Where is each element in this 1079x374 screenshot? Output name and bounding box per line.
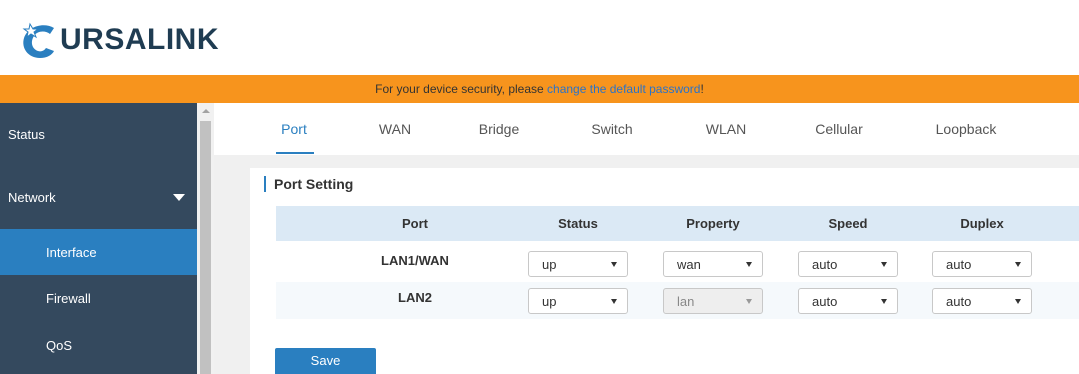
status-select-lan1-wan[interactable]: up [528, 251, 628, 277]
scroll-thumb[interactable] [200, 121, 211, 374]
select-value: up [542, 257, 557, 272]
dropdown-arrow-icon [611, 299, 617, 304]
speed-select-lan1-wan[interactable]: auto [798, 251, 898, 277]
select-value: auto [812, 257, 838, 272]
tab-port[interactable]: Port [264, 103, 324, 155]
column-header-port: Port [402, 216, 428, 231]
sidebar-item-interface[interactable]: Interface [0, 229, 197, 275]
select-value: up [542, 294, 557, 309]
scroll-up-arrow-icon[interactable] [202, 109, 210, 113]
tab-loopback[interactable]: Loopback [926, 103, 1006, 155]
select-value: auto [812, 294, 838, 309]
sidebar-item-status[interactable]: Status [0, 103, 197, 165]
dropdown-arrow-icon [746, 299, 752, 304]
active-tab-indicator [276, 152, 314, 154]
notice-prefix: For your device security, please [375, 82, 548, 96]
sidebar-item-qos[interactable]: QoS [0, 321, 197, 369]
tab-bar: Port WAN Bridge Switch WLAN Cellular Loo… [214, 103, 1079, 155]
tab-wlan[interactable]: WLAN [696, 103, 756, 155]
tab-bridge[interactable]: Bridge [469, 103, 529, 155]
column-header-status: Status [558, 216, 598, 231]
section-title: Port Setting [264, 176, 353, 192]
sidebar-item-label: QoS [46, 337, 73, 353]
property-select-lan1-wan[interactable]: wan [663, 251, 763, 277]
select-value: auto [946, 294, 972, 309]
tab-cellular[interactable]: Cellular [804, 103, 874, 155]
header-bar: URSALINK [0, 0, 1079, 75]
duplex-select-lan2[interactable]: auto [932, 288, 1032, 314]
sidebar: Status Network Interface Firewall QoS [0, 103, 197, 374]
sidebar-item-label: Network [8, 189, 56, 205]
logo-text: URSALINK [60, 23, 219, 56]
change-password-link[interactable]: change the default password [547, 82, 700, 96]
caret-down-icon [173, 194, 185, 201]
port-cell-lan2: LAN2 [398, 290, 432, 305]
ursalink-logo: URSALINK [20, 18, 219, 62]
column-header-duplex: Duplex [960, 216, 1004, 231]
sidebar-item-label: Interface [46, 244, 97, 260]
property-select-lan2: lan [663, 288, 763, 314]
select-value: wan [677, 257, 701, 272]
duplex-select-lan1-wan[interactable]: auto [932, 251, 1032, 277]
ursalink-logo-icon [22, 22, 54, 58]
status-select-lan2[interactable]: up [528, 288, 628, 314]
port-cell-lan1-wan: LAN1/WAN [381, 253, 449, 268]
select-value: auto [946, 257, 972, 272]
select-value: lan [677, 294, 695, 309]
save-button[interactable]: Save [275, 348, 376, 374]
sidebar-item-firewall[interactable]: Firewall [0, 275, 197, 321]
dropdown-arrow-icon [1015, 299, 1021, 304]
sidebar-item-label: Firewall [46, 290, 91, 306]
column-header-speed: Speed [828, 216, 868, 231]
speed-select-lan2[interactable]: auto [798, 288, 898, 314]
column-header-property: Property [686, 216, 740, 231]
tab-switch[interactable]: Switch [582, 103, 642, 155]
tab-wan[interactable]: WAN [365, 103, 425, 155]
dropdown-arrow-icon [881, 299, 887, 304]
sidebar-scrollbar[interactable] [197, 103, 214, 374]
dropdown-arrow-icon [611, 262, 617, 267]
dropdown-arrow-icon [881, 262, 887, 267]
dropdown-arrow-icon [1015, 262, 1021, 267]
sidebar-item-network[interactable]: Network [0, 165, 197, 229]
security-notice: For your device security, please change … [0, 75, 1079, 103]
notice-suffix: ! [700, 82, 704, 96]
dropdown-arrow-icon [746, 262, 752, 267]
sidebar-item-label: Status [8, 126, 45, 142]
